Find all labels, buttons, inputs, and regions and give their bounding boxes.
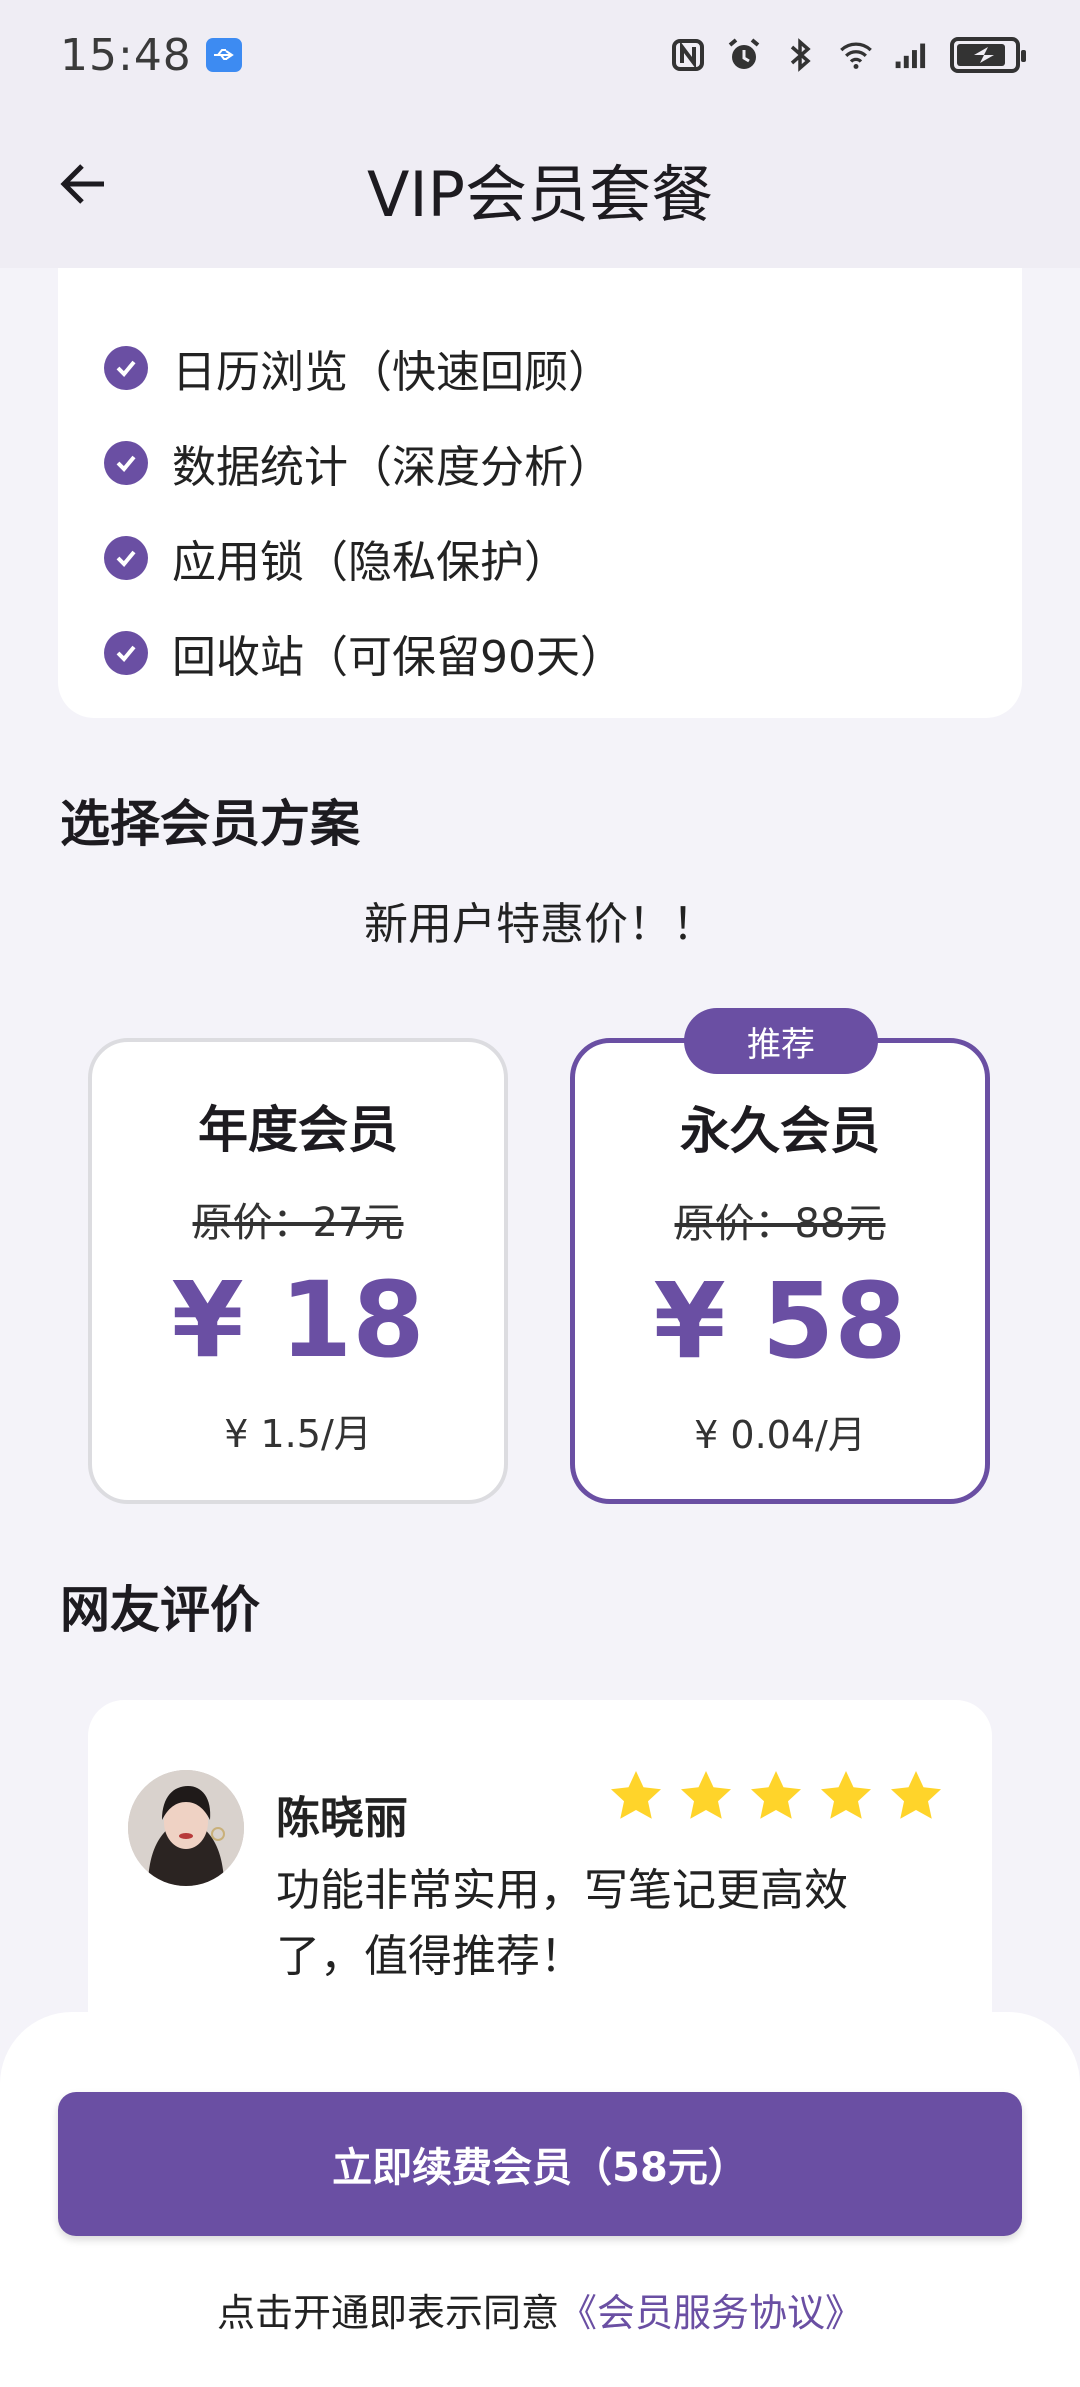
check-icon (104, 630, 148, 675)
bluetooth-icon (782, 37, 818, 73)
back-arrow-icon (60, 164, 104, 204)
usb-icon (205, 38, 242, 72)
bottom-sheet: 立即续费会员（58元） 点击开通即表示同意《会员服务协议》 (0, 2012, 1080, 2387)
review-text: 功能非常实用，写笔记更高效了，值得推荐！ (276, 1865, 848, 1982)
rating-stars (606, 1766, 946, 1826)
star-icon (611, 1771, 661, 1819)
star-icon (681, 1771, 731, 1819)
battery-icon (950, 37, 1026, 73)
plan-monthly-price: ¥ 1.5/月 (224, 1412, 372, 1457)
agreement-prefix: 点击开通即表示同意 (216, 2291, 559, 2335)
plan-annual-card[interactable]: 年度会员 原价：27元 ¥ 18 ¥ 1.5/月 (88, 1038, 508, 1504)
agreement-text: 点击开通即表示同意《会员服务协议》 (0, 2282, 1080, 2337)
reviews-section-title: 网友评价 (60, 1581, 260, 1639)
plan-original-price: 原价：27元 (192, 1200, 404, 1246)
plan-price: ¥ 58 (653, 1260, 907, 1382)
plan-monthly-price: ¥ 0.04/月 (694, 1413, 866, 1458)
wifi-icon (838, 37, 874, 73)
renew-button[interactable]: 立即续费会员（58元） (58, 2092, 1022, 2236)
agreement-link[interactable]: 《会员服务协议》 (559, 2291, 863, 2335)
check-icon (104, 440, 148, 485)
star-icon (821, 1771, 871, 1819)
signal-icon (894, 37, 930, 73)
page-title: VIP会员套餐 (366, 158, 714, 231)
feature-item: 数据统计（深度分析） (104, 415, 624, 510)
status-icons (670, 0, 1026, 110)
recommend-badge: 推荐 (684, 1008, 878, 1074)
star-icon (891, 1771, 941, 1819)
plan-lifetime-card[interactable]: 永久会员 原价：88元 ¥ 58 ¥ 0.04/月 (570, 1038, 990, 1504)
status-bar: 15:48 (0, 0, 1080, 110)
feature-label: 日历浏览（快速回顾） (172, 346, 612, 398)
feature-label: 回收站（可保留90天） (172, 631, 624, 683)
feature-list: 日历浏览（快速回顾） 数据统计（深度分析） 应用锁（隐私保护） 回收站（可保留9… (104, 320, 624, 700)
feature-item: 回收站（可保留90天） (104, 605, 624, 700)
plan-name: 永久会员 (680, 1102, 880, 1160)
nfc-icon (670, 37, 706, 73)
promo-text: 新用户特惠价！！ (364, 899, 716, 950)
plan-original-price: 原价：88元 (674, 1201, 886, 1247)
avatar (128, 1770, 244, 1886)
plan-price: ¥ 18 (171, 1259, 425, 1381)
check-icon (104, 345, 148, 390)
alarm-icon (726, 37, 762, 73)
feature-item: 应用锁（隐私保护） (104, 510, 624, 605)
app-bar: VIP会员套餐 (0, 110, 1080, 268)
status-time: 15:48 (60, 29, 192, 81)
reviewer-name: 陈晓丽 (276, 1793, 408, 1844)
feature-label: 应用锁（隐私保护） (172, 536, 568, 588)
check-icon (104, 535, 148, 580)
top-bar: 15:48 VIP会员套餐 (0, 0, 1080, 268)
feature-card: 日历浏览（快速回顾） 数据统计（深度分析） 应用锁（隐私保护） 回收站（可保留9… (58, 210, 1022, 718)
plan-name: 年度会员 (198, 1101, 398, 1159)
star-icon (751, 1771, 801, 1819)
back-button[interactable] (44, 144, 124, 224)
feature-label: 数据统计（深度分析） (172, 441, 612, 493)
plans-section-title: 选择会员方案 (60, 795, 360, 853)
feature-item: 日历浏览（快速回顾） (104, 320, 624, 415)
